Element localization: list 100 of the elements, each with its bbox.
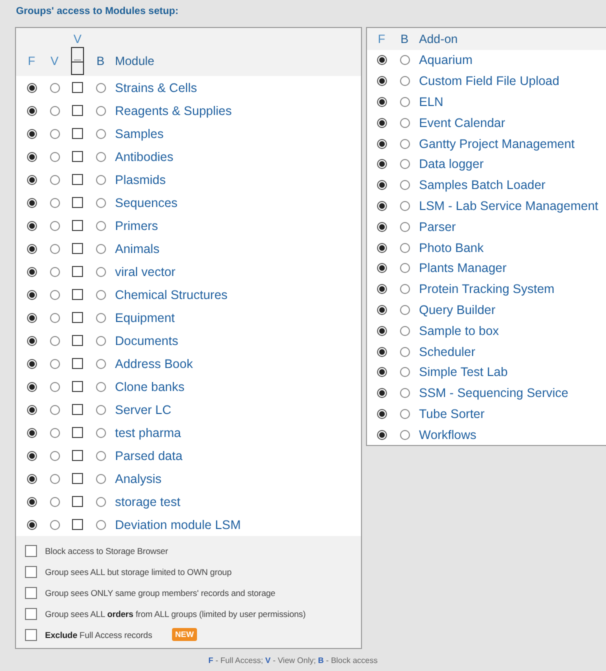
view-checkbox[interactable] bbox=[72, 312, 83, 323]
block-access-radio[interactable] bbox=[400, 430, 410, 440]
view-only-radio[interactable] bbox=[50, 220, 60, 230]
option-checkbox[interactable] bbox=[25, 586, 37, 598]
view-only-radio[interactable] bbox=[50, 450, 60, 460]
option-checkbox[interactable] bbox=[25, 544, 37, 556]
full-access-radio[interactable] bbox=[26, 82, 36, 92]
view-only-radio[interactable] bbox=[50, 244, 60, 254]
full-access-radio[interactable] bbox=[26, 496, 36, 506]
block-access-radio[interactable] bbox=[400, 222, 410, 232]
view-checkbox[interactable] bbox=[72, 381, 83, 392]
view-only-radio[interactable] bbox=[50, 290, 60, 300]
full-access-radio[interactable] bbox=[26, 128, 36, 138]
full-access-radio[interactable] bbox=[26, 358, 36, 368]
block-access-radio[interactable] bbox=[96, 152, 106, 162]
view-only-radio[interactable] bbox=[50, 312, 60, 322]
full-access-radio[interactable] bbox=[26, 450, 36, 460]
view-only-radio[interactable] bbox=[50, 152, 60, 162]
block-access-radio[interactable] bbox=[400, 367, 410, 378]
block-access-radio[interactable] bbox=[96, 358, 106, 368]
view-only-radio[interactable] bbox=[50, 266, 60, 276]
view-checkbox[interactable] bbox=[72, 220, 83, 231]
view-checkbox[interactable] bbox=[72, 289, 83, 300]
full-access-radio[interactable] bbox=[376, 304, 386, 315]
view-only-radio[interactable] bbox=[50, 404, 60, 414]
full-access-radio[interactable] bbox=[26, 382, 36, 392]
view-checkbox[interactable] bbox=[72, 427, 83, 438]
full-access-radio[interactable] bbox=[26, 198, 36, 208]
view-only-radio[interactable] bbox=[50, 106, 60, 116]
block-access-radio[interactable] bbox=[96, 404, 106, 414]
block-access-radio[interactable] bbox=[96, 428, 106, 438]
view-checkbox[interactable] bbox=[72, 174, 83, 185]
block-access-radio[interactable] bbox=[400, 118, 410, 128]
full-access-radio[interactable] bbox=[26, 404, 36, 414]
view-checkbox[interactable] bbox=[72, 266, 83, 277]
view-checkbox[interactable] bbox=[72, 82, 83, 93]
view-only-radio[interactable] bbox=[50, 520, 60, 530]
view-checkbox[interactable] bbox=[72, 473, 83, 484]
block-access-radio[interactable] bbox=[400, 76, 410, 86]
full-access-radio[interactable] bbox=[26, 174, 36, 184]
view-checkbox[interactable] bbox=[72, 335, 83, 346]
view-only-radio[interactable] bbox=[50, 358, 60, 368]
block-access-radio[interactable] bbox=[400, 388, 410, 398]
view-checkbox[interactable] bbox=[72, 496, 83, 507]
view-only-radio[interactable] bbox=[50, 128, 60, 138]
full-access-radio[interactable] bbox=[376, 367, 386, 378]
block-access-radio[interactable] bbox=[96, 266, 106, 276]
block-access-radio[interactable] bbox=[96, 220, 106, 230]
block-access-radio[interactable] bbox=[96, 198, 106, 208]
full-access-radio[interactable] bbox=[26, 220, 36, 230]
block-access-radio[interactable] bbox=[400, 200, 410, 211]
block-access-radio[interactable] bbox=[96, 82, 106, 92]
view-only-radio[interactable] bbox=[50, 174, 60, 184]
option-checkbox[interactable] bbox=[25, 566, 37, 578]
block-access-radio[interactable] bbox=[400, 159, 410, 170]
block-access-radio[interactable] bbox=[400, 55, 410, 66]
block-access-radio[interactable] bbox=[400, 96, 410, 107]
block-access-radio[interactable] bbox=[96, 290, 106, 300]
view-only-radio[interactable] bbox=[50, 336, 60, 346]
full-access-radio[interactable] bbox=[376, 346, 386, 357]
full-access-radio[interactable] bbox=[26, 266, 36, 276]
full-access-radio[interactable] bbox=[376, 200, 386, 211]
full-access-radio[interactable] bbox=[376, 55, 386, 66]
full-access-radio[interactable] bbox=[26, 312, 36, 322]
full-access-radio[interactable] bbox=[376, 284, 386, 294]
view-checkbox[interactable] bbox=[72, 197, 83, 208]
full-access-radio[interactable] bbox=[376, 138, 386, 149]
block-access-radio[interactable] bbox=[400, 304, 410, 315]
block-access-radio[interactable] bbox=[400, 242, 410, 253]
block-access-radio[interactable] bbox=[96, 244, 106, 254]
full-access-radio[interactable] bbox=[376, 118, 386, 128]
full-access-radio[interactable] bbox=[376, 222, 386, 232]
block-access-radio[interactable] bbox=[96, 496, 106, 506]
block-access-radio[interactable] bbox=[400, 284, 410, 294]
view-only-radio[interactable] bbox=[50, 474, 60, 484]
block-access-radio[interactable] bbox=[400, 180, 410, 190]
block-access-radio[interactable] bbox=[96, 474, 106, 484]
full-access-radio[interactable] bbox=[376, 326, 386, 336]
block-access-radio[interactable] bbox=[400, 346, 410, 357]
block-access-radio[interactable] bbox=[96, 312, 106, 322]
view-checkbox[interactable] bbox=[72, 450, 83, 461]
view-checkbox[interactable] bbox=[72, 358, 83, 369]
full-access-radio[interactable] bbox=[26, 244, 36, 254]
view-only-radio[interactable] bbox=[50, 496, 60, 506]
block-access-radio[interactable] bbox=[96, 336, 106, 346]
block-access-radio[interactable] bbox=[96, 520, 106, 530]
full-access-radio[interactable] bbox=[26, 428, 36, 438]
block-access-radio[interactable] bbox=[400, 326, 410, 336]
block-access-radio[interactable] bbox=[96, 382, 106, 392]
block-access-radio[interactable] bbox=[96, 106, 106, 116]
view-checkbox[interactable] bbox=[72, 128, 83, 139]
block-access-radio[interactable] bbox=[96, 450, 106, 460]
full-access-radio[interactable] bbox=[376, 430, 386, 440]
view-only-radio[interactable] bbox=[50, 198, 60, 208]
full-access-radio[interactable] bbox=[376, 180, 386, 190]
block-access-radio[interactable] bbox=[96, 174, 106, 184]
view-only-radio[interactable] bbox=[50, 82, 60, 92]
block-access-radio[interactable] bbox=[400, 263, 410, 274]
block-access-radio[interactable] bbox=[400, 138, 410, 149]
full-access-radio[interactable] bbox=[26, 336, 36, 346]
